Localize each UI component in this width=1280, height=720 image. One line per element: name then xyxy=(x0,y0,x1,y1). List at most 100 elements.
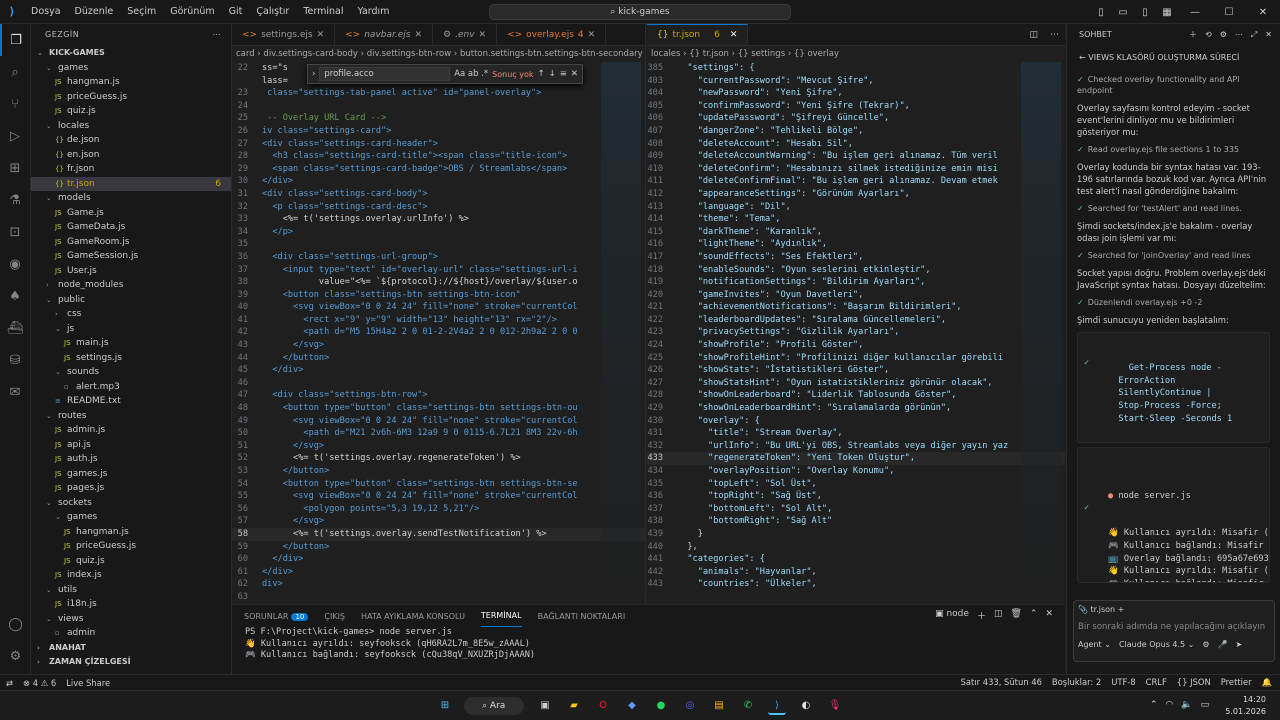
taskbar-search[interactable]: ⌕ Ara xyxy=(464,697,524,715)
code-line[interactable]: 440 }, xyxy=(647,541,1065,554)
panel-tab-termi̇nal[interactable]: TERMİNAL xyxy=(480,606,522,627)
menu-seçim[interactable]: Seçim xyxy=(120,6,163,17)
file-item[interactable]: JS hangman.js xyxy=(31,75,231,90)
model-dropdown[interactable]: Claude Opus 4.5 ⌄ xyxy=(1119,640,1194,649)
bell-icon[interactable]: 🔔 xyxy=(1262,677,1272,688)
history-icon[interactable]: ⟲ xyxy=(1205,24,1212,46)
tab-tr-json[interactable]: {} tr.json 6 ✕ xyxy=(647,24,749,45)
code-line[interactable]: 29 <span class="settings-card-badge">OBS… xyxy=(232,163,645,176)
code-line[interactable]: 403 "currentPassword": "Mevcut Şifre", xyxy=(647,75,1065,88)
live-share-status[interactable]: Live Share xyxy=(66,678,110,688)
arrow-up-icon[interactable]: ↑ xyxy=(538,69,545,79)
file-item[interactable]: JS quiz.js xyxy=(31,104,231,119)
code-line[interactable]: 42 <path d="M5 15H4a2 2 0 01-2-2V4a2 2 0… xyxy=(232,326,645,339)
code-line[interactable]: 41 <rect x="9" y="9" width="13" height="… xyxy=(232,314,645,327)
search-view-icon[interactable]: ⌕ xyxy=(0,56,30,88)
taskbar-clock[interactable]: 14:20 5.01.2026 xyxy=(1225,694,1266,718)
remote-explorer-icon[interactable]: ⊡ xyxy=(0,216,30,248)
chrome-icon[interactable]: ◐ xyxy=(797,697,815,715)
terminal-shell-label[interactable]: ▣ node xyxy=(935,609,969,622)
file-item[interactable]: JS hangman.js xyxy=(31,525,231,540)
mongodb-icon[interactable]: ♠ xyxy=(0,280,30,312)
folder-item[interactable]: ⌄ games xyxy=(31,510,231,525)
find-expand-icon[interactable]: › xyxy=(312,69,315,79)
code-line[interactable]: 35 xyxy=(232,238,645,251)
code-line[interactable]: 430 "overlay": { xyxy=(647,415,1065,428)
breadcrumb[interactable]: locales › {} tr.json › {} settings › {} … xyxy=(647,46,1065,62)
code-line[interactable]: 414 "theme": "Tema", xyxy=(647,213,1065,226)
terminal-output[interactable]: PS F:\Project\kick-games> node server.js… xyxy=(232,627,1065,662)
code-line[interactable]: 432 "urlInfo": "Bu URL'yi OBS, Streamlab… xyxy=(647,440,1065,453)
panel-tab-sorunlar[interactable]: SORUNLAR 10 xyxy=(244,612,309,621)
menu-git[interactable]: Git xyxy=(222,6,250,17)
code-line[interactable]: 31 <div class="settings-card-body"> xyxy=(232,188,645,201)
split-editor-icon[interactable]: ◫ xyxy=(1023,24,1044,45)
file-item[interactable]: ▫ admin xyxy=(31,626,231,641)
code-line[interactable]: 420 "gameInvites": "Oyun Davetleri", xyxy=(647,289,1065,302)
split-terminal-icon[interactable]: ◫ xyxy=(994,609,1003,622)
code-line[interactable]: 434 "overlayPosition": "Overlay Konumu", xyxy=(647,465,1065,478)
github-icon[interactable]: ◉ xyxy=(0,248,30,280)
file-item[interactable]: {} en.json xyxy=(31,148,231,163)
code-line[interactable]: 443 "countries": "Ülkeler", xyxy=(647,578,1065,591)
code-line[interactable]: 63 xyxy=(232,591,645,604)
code-line[interactable]: 37 <input type="text" id="overlay-url" c… xyxy=(232,264,645,277)
file-item[interactable]: ≡ README.txt xyxy=(31,394,231,409)
code-line[interactable]: 431 "title": "Stream Overlay", xyxy=(647,427,1065,440)
file-item[interactable]: JS Game.js xyxy=(31,206,231,221)
docker-icon[interactable]: ⛴ xyxy=(0,312,30,344)
code-line[interactable]: 436 "topRight": "Sağ Üst", xyxy=(647,490,1065,503)
code-line[interactable]: 57 </svg> xyxy=(232,515,645,528)
minimize-button[interactable]: — xyxy=(1178,7,1212,18)
find-options[interactable]: Aa ab .* xyxy=(454,69,488,79)
code-line[interactable]: 30 </div> xyxy=(232,175,645,188)
store-icon[interactable]: ◆ xyxy=(623,697,641,715)
chat-step[interactable]: ✓ Checked overlay functionality and API e… xyxy=(1067,70,1280,100)
code-line[interactable]: 39 <button class="settings-btn settings-… xyxy=(232,289,645,302)
wifi-icon[interactable]: ◠ xyxy=(1166,700,1174,710)
chat-step[interactable]: ✓ Searched for 'testAlert' and read lines… xyxy=(1067,199,1280,218)
file-item[interactable]: JS settings.js xyxy=(31,351,231,366)
back-arrow-icon[interactable]: ← xyxy=(1079,53,1088,62)
close-icon[interactable]: ✕ xyxy=(588,24,596,45)
code-line[interactable]: 410 "deleteConfirm": "Hesabınızı silmek … xyxy=(647,163,1065,176)
code-line[interactable]: 40 <svg viewBox="0 0 24 24" fill="none" … xyxy=(232,301,645,314)
code-line[interactable]: 435 "topLeft": "Sol Üst", xyxy=(647,478,1065,491)
folder-item[interactable]: ⌄ js xyxy=(31,322,231,337)
folder-item[interactable]: › node_modules xyxy=(31,278,231,293)
maximize-button[interactable]: ☐ xyxy=(1212,7,1246,18)
file-item[interactable]: JS User.js xyxy=(31,264,231,279)
send-icon[interactable]: ➤ xyxy=(1236,640,1243,649)
code-line[interactable]: 385 "settings": { xyxy=(647,62,1065,75)
panel-tab-bağlanti-noktalari[interactable]: BAĞLANTI NOKTALARI xyxy=(538,612,626,621)
code-line[interactable]: 52 <%= t('settings.overlay.regenerateTok… xyxy=(232,452,645,465)
context-chip[interactable]: 📎 tr.json + xyxy=(1078,605,1270,614)
menu-terminal[interactable]: Terminal xyxy=(296,6,350,17)
file-item[interactable]: JS priceGuess.js xyxy=(31,90,231,105)
status-item[interactable]: {} JSON xyxy=(1177,677,1211,688)
more-actions-icon[interactable]: ⋯ xyxy=(1235,24,1243,46)
tab-settings-ejs[interactable]: <> settings.ejs ✕ xyxy=(232,24,336,45)
code-line[interactable]: 438 "bottomRight": "Sağ Alt" xyxy=(647,515,1065,528)
code-line[interactable]: 422 "leaderboardUpdates": "Sıralama Günc… xyxy=(647,314,1065,327)
gear-icon[interactable]: ⚙ xyxy=(1220,24,1227,46)
customize-layout-icon[interactable]: ▦ xyxy=(1156,7,1178,18)
code-line[interactable]: 60 </div> xyxy=(232,553,645,566)
code-line[interactable]: 45 </div> xyxy=(232,364,645,377)
code-line[interactable]: 24 xyxy=(232,100,645,113)
panel-tab-hata-ayiklama-konsolu[interactable]: HATA AYIKLAMA KONSOLU xyxy=(361,612,465,621)
vscode-taskbar-icon[interactable]: ⟩ xyxy=(768,697,786,715)
file-item[interactable]: JS games.js xyxy=(31,467,231,482)
maximize-panel-icon[interactable]: ⌃ xyxy=(1030,609,1038,622)
arrow-down-icon[interactable]: ↓ xyxy=(549,69,556,79)
code-line[interactable]: 441 "categories": { xyxy=(647,553,1065,566)
code-line[interactable]: 44 </button> xyxy=(232,352,645,365)
code-line[interactable]: 28 <h3 class="settings-card-title"><span… xyxy=(232,150,645,163)
code-line[interactable]: 59 </button> xyxy=(232,541,645,554)
explorer-section[interactable]: › ZAMAN ÇİZELGESİ xyxy=(31,655,231,670)
code-line[interactable]: 433 "regenerateToken": "Yeni Token Oluşt… xyxy=(647,452,1065,465)
code-line[interactable]: 421 "achievementNotifications": "Başarım… xyxy=(647,301,1065,314)
chat-step[interactable]: ✓ Searched for 'joinOverlay' and read lin… xyxy=(1067,246,1280,265)
chat-session-title[interactable]: ← VIEWS KLASÖRÜ OLUŞTURMA SÜRECİ xyxy=(1067,46,1280,70)
code-line[interactable]: 47 <div class="settings-btn-row"> xyxy=(232,389,645,402)
